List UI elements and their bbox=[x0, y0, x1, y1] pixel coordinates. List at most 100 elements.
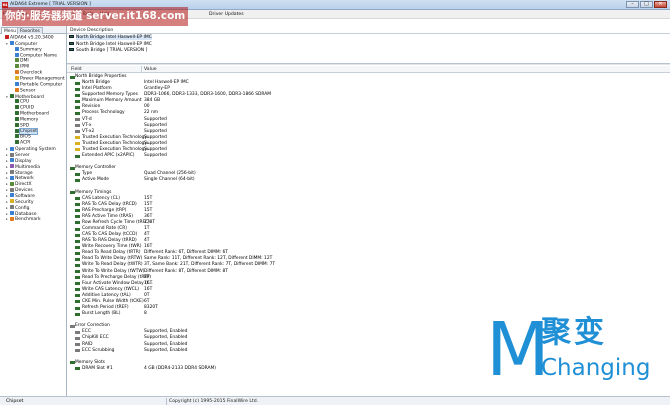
table-row[interactable]: Read To Precharge Delay (tRTP) 8T bbox=[67, 275, 670, 281]
laptop-icon bbox=[15, 81, 19, 86]
tree-item-label: SPD bbox=[20, 123, 30, 129]
logo-english-text: Changing bbox=[541, 355, 651, 381]
os-icon bbox=[10, 146, 14, 151]
device-description-header: Device Description bbox=[67, 28, 670, 34]
chip-icon bbox=[69, 41, 74, 45]
field-cell: Error Correction bbox=[75, 323, 110, 329]
driver-updates-button[interactable]: Driver Updates bbox=[209, 12, 244, 17]
table-row[interactable]: Row Refresh Cycle Time (tRFC) 278T bbox=[67, 220, 670, 226]
value-cell: 8T bbox=[144, 274, 150, 280]
tree-item[interactable]: ▸ Benchmark bbox=[6, 216, 41, 222]
multimedia-icon bbox=[10, 164, 14, 169]
software-icon bbox=[10, 193, 14, 198]
chip-icon bbox=[75, 81, 80, 85]
memory-icon bbox=[75, 270, 80, 274]
tree-item-label: Motherboard bbox=[20, 111, 49, 117]
memory-icon bbox=[75, 221, 80, 225]
table-row[interactable]: VT-x Supported bbox=[67, 123, 670, 129]
status-copyright: Copyright (c) 1995-2015 FinalWire Ltd. bbox=[169, 399, 259, 404]
lock-icon bbox=[75, 148, 80, 152]
memory-icon bbox=[75, 172, 80, 176]
memory-icon bbox=[75, 178, 80, 182]
memory-icon bbox=[75, 215, 80, 219]
tab-favorites[interactable]: Favorites bbox=[17, 27, 43, 34]
panel-tabs: Menu Favorites bbox=[0, 26, 66, 34]
device-label: North Bridge Intel Haswell-EP IMC bbox=[76, 35, 152, 40]
security-icon bbox=[10, 199, 14, 204]
value-cell: Supported, Enabled bbox=[144, 347, 188, 353]
board-icon bbox=[15, 111, 19, 116]
tree-item-label: AIDA64 v5.20.3400 bbox=[10, 35, 54, 41]
chipset-icon bbox=[15, 128, 19, 133]
storage-icon bbox=[10, 170, 14, 175]
config-icon bbox=[10, 205, 14, 210]
value-cell: 8 bbox=[144, 311, 147, 317]
field-cell: ECC Scrubbing bbox=[82, 347, 115, 353]
status-current-page: Chipset bbox=[6, 399, 24, 404]
status-separator bbox=[166, 398, 167, 405]
memory-icon bbox=[75, 239, 80, 243]
table-row[interactable]: Active Mode Single Channel (64-bit) bbox=[67, 177, 670, 183]
dmi-icon bbox=[15, 58, 19, 63]
tree-item-label: Overclock bbox=[20, 70, 43, 76]
memory-icon bbox=[75, 245, 80, 249]
network-icon bbox=[10, 175, 14, 180]
memory-icon bbox=[75, 197, 80, 201]
directx-icon bbox=[10, 181, 14, 186]
m-changing-logo: M 聚变 Changing bbox=[486, 310, 666, 396]
aida64-icon bbox=[5, 35, 9, 39]
status-bar: Chipset Copyright (c) 1995-2015 FinalWir… bbox=[0, 396, 670, 405]
tree-item-label: BIOS bbox=[20, 134, 31, 140]
devices-icon bbox=[10, 187, 14, 192]
device-item[interactable]: North Bridge Intel Haswell-EP IMC bbox=[69, 41, 152, 48]
device-item[interactable]: North Bridge Intel Haswell-EP IMC bbox=[69, 35, 152, 41]
device-item[interactable]: South Bridge [ TRIAL VERSION ] bbox=[69, 48, 147, 54]
pane-splitter[interactable] bbox=[67, 63, 670, 65]
memory-icon bbox=[75, 306, 80, 310]
value-cell: Single Channel (64-bit) bbox=[144, 177, 195, 183]
memory-icon bbox=[75, 300, 80, 304]
chip-icon bbox=[69, 35, 74, 38]
benchmark-icon bbox=[10, 216, 14, 221]
field-cell: VT-x bbox=[82, 122, 92, 128]
value-cell: Supported bbox=[144, 153, 167, 159]
check-icon bbox=[75, 349, 80, 353]
tree-item-label: Chipset bbox=[19, 128, 38, 136]
column-header: Field Value bbox=[67, 66, 670, 73]
computer-name-icon bbox=[15, 52, 19, 57]
bios-icon bbox=[15, 134, 19, 139]
power-icon bbox=[15, 75, 19, 80]
maximize-button[interactable]: □ bbox=[640, 1, 653, 8]
display-icon bbox=[10, 158, 14, 163]
device-label: North Bridge Intel Haswell-EP IMC bbox=[76, 41, 152, 47]
summary-icon bbox=[15, 46, 19, 51]
field-cell: Burst Length (BL) bbox=[82, 311, 121, 317]
tree-item-label: CPU bbox=[20, 99, 30, 105]
tree-item-label: Summary bbox=[20, 47, 42, 53]
value-cell: 278T bbox=[144, 219, 156, 225]
cpuid-icon bbox=[15, 105, 19, 110]
memory-icon bbox=[75, 312, 80, 316]
spd-icon bbox=[15, 122, 19, 127]
value-column-header[interactable]: Value bbox=[144, 67, 157, 72]
check-icon bbox=[75, 118, 80, 122]
tree-item-label: Sensor bbox=[20, 88, 36, 94]
memory-icon bbox=[75, 367, 80, 371]
lock-icon bbox=[75, 136, 80, 140]
memory-icon bbox=[75, 263, 80, 267]
tree-item-label: Power Management bbox=[20, 76, 65, 82]
memory-icon bbox=[75, 276, 80, 280]
lock-icon bbox=[75, 142, 80, 146]
chip-icon bbox=[75, 87, 80, 91]
column-separator[interactable] bbox=[141, 66, 142, 73]
chip-icon bbox=[69, 48, 74, 51]
computer-icon bbox=[10, 41, 14, 46]
field-column-header[interactable]: Field bbox=[71, 67, 82, 72]
minimize-button[interactable]: – bbox=[626, 1, 639, 8]
logo-letter: M bbox=[486, 307, 550, 393]
check-icon bbox=[75, 343, 80, 347]
table-row[interactable]: Extended APIC (x2APIC) Supported bbox=[67, 153, 670, 159]
acpi-icon bbox=[15, 140, 19, 145]
navigation-panel: Menu Favorites AIDA64 v5.20.3400 ▾ Compute… bbox=[0, 26, 67, 396]
close-button[interactable]: ✕ bbox=[654, 1, 667, 8]
